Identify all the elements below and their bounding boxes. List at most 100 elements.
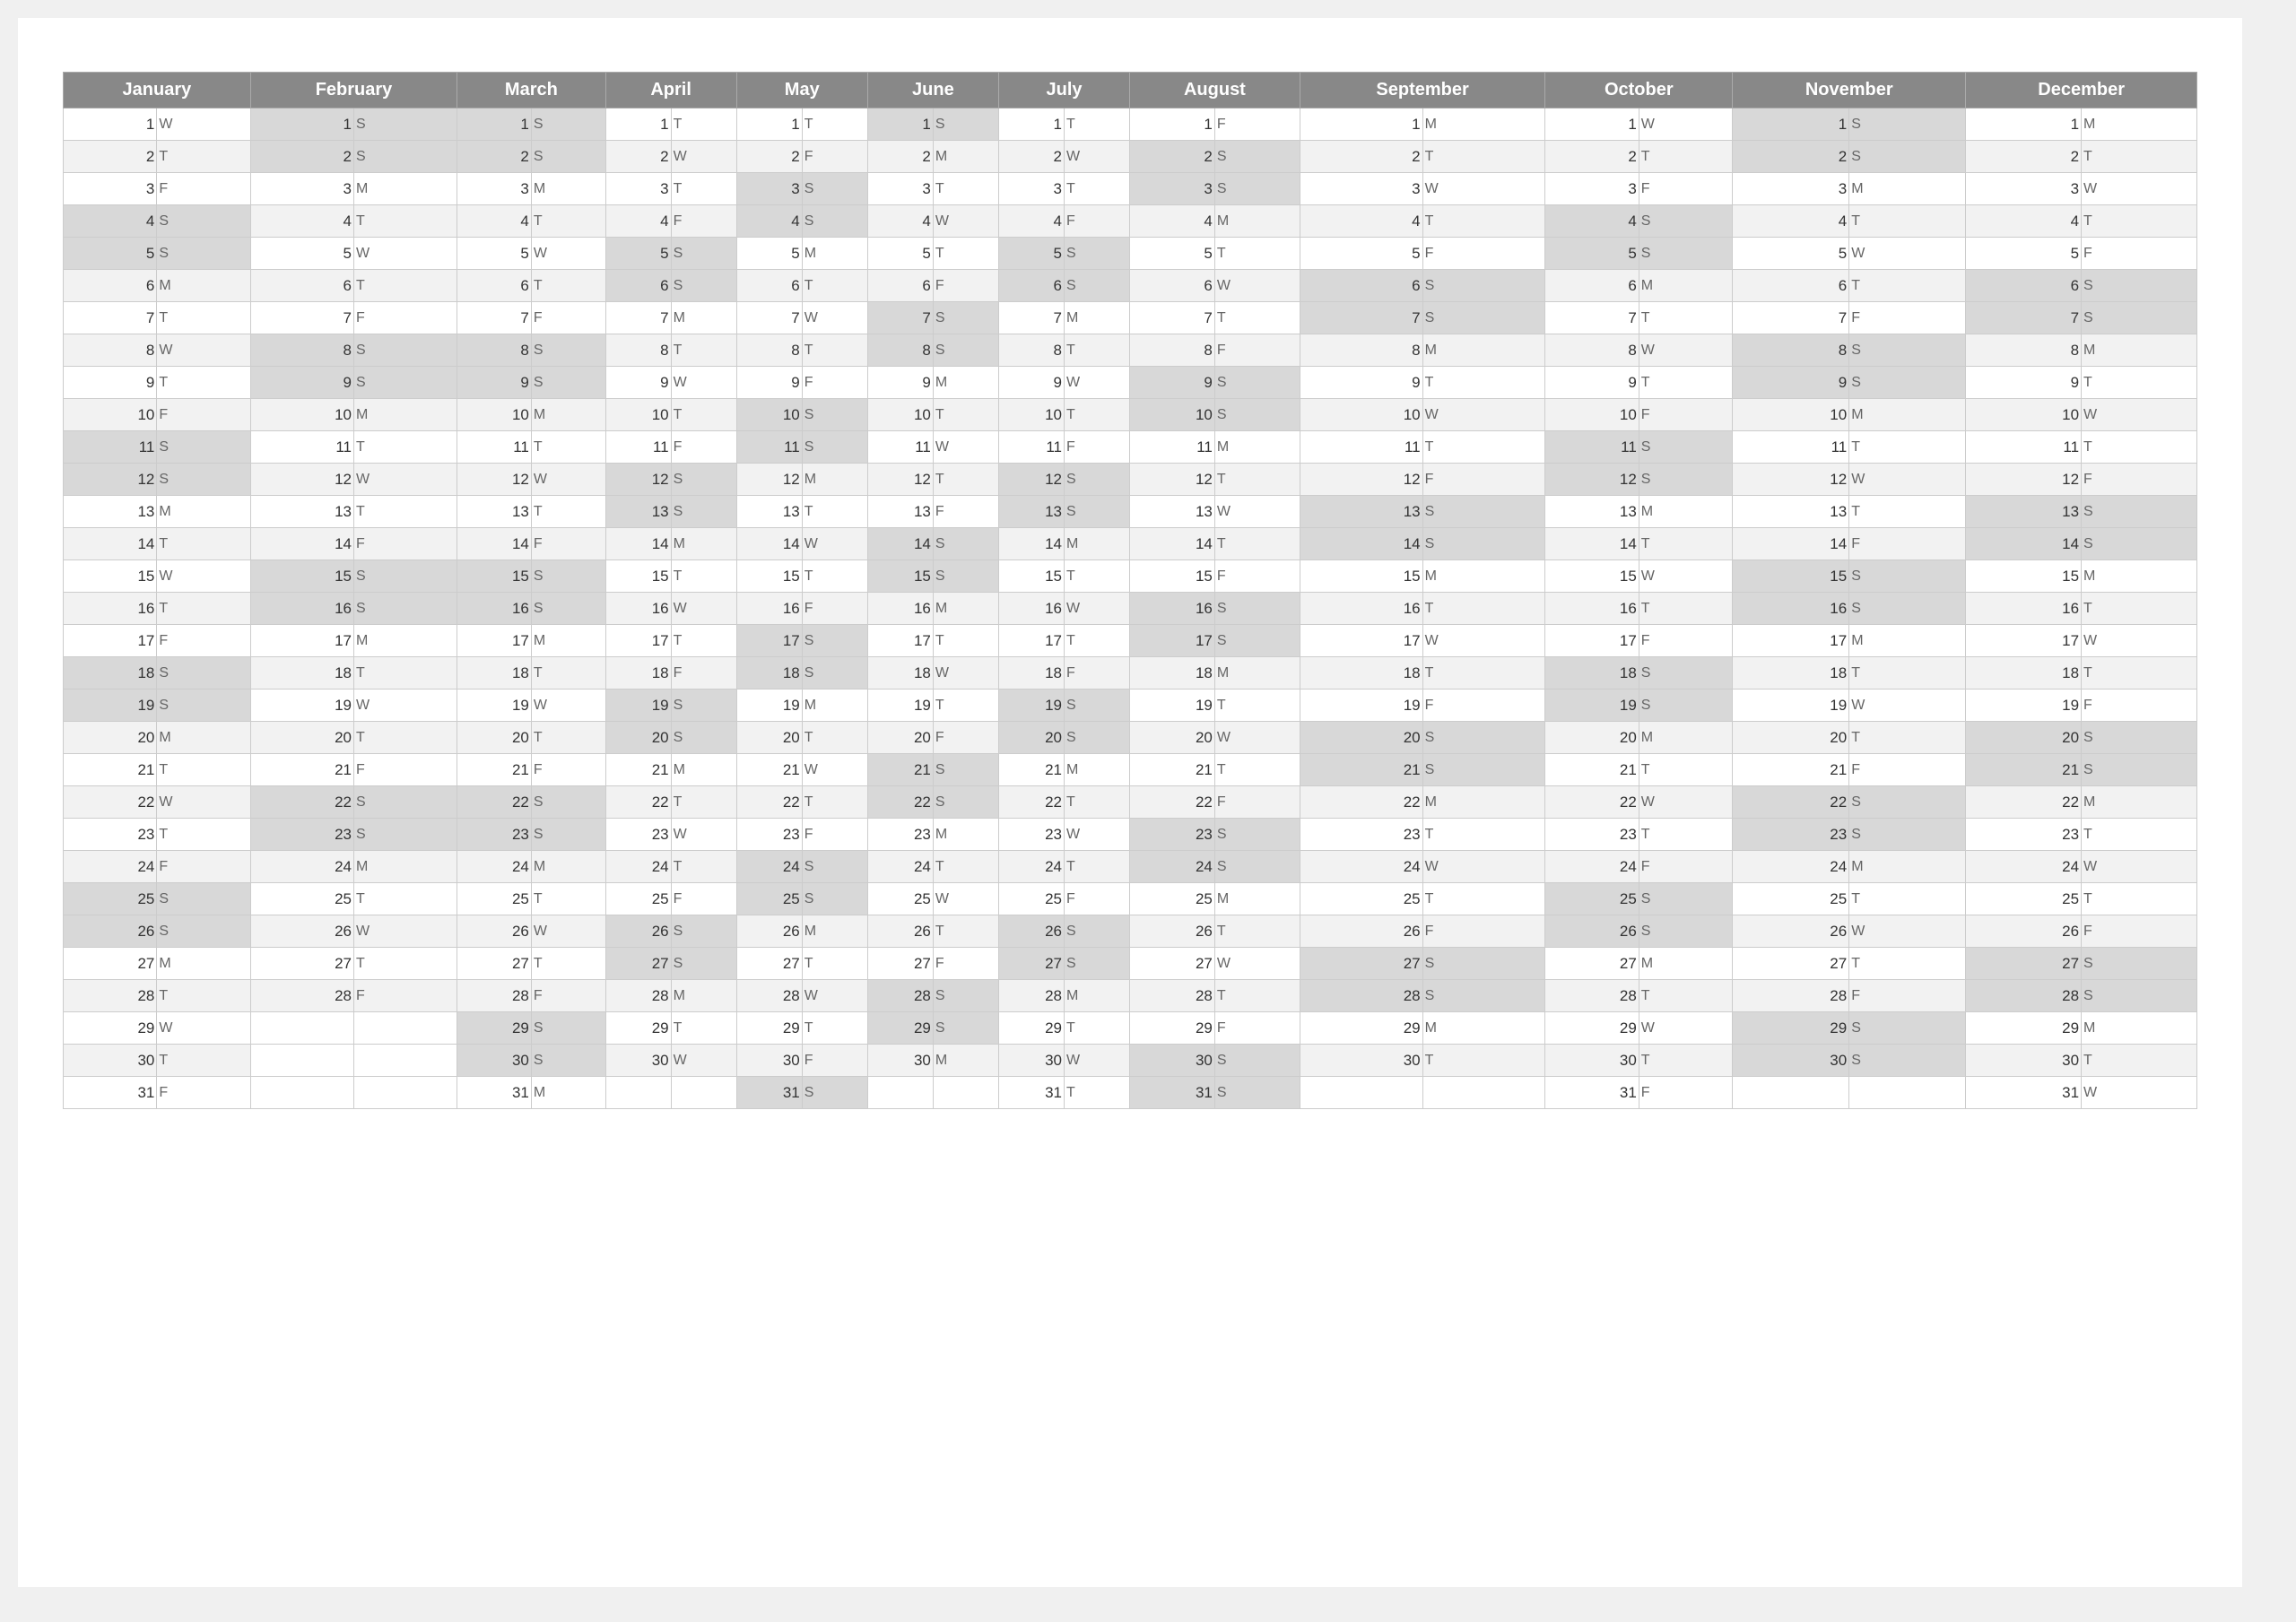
day-code-jan-22: W <box>157 786 250 819</box>
day-code-sep-29: M <box>1422 1012 1545 1045</box>
day-num-apr-14: 14 <box>605 528 671 560</box>
day-num-jan-14: 14 <box>64 528 157 560</box>
day-num-jun-11: 11 <box>867 431 933 464</box>
day-code-apr-10: T <box>671 399 736 431</box>
day-code-mar-21: F <box>531 754 605 786</box>
day-num-feb-31 <box>250 1077 353 1109</box>
day-num-aug-29: 29 <box>1130 1012 1215 1045</box>
day-code-nov-9: S <box>1849 367 1966 399</box>
day-code-jul-20: S <box>1065 722 1130 754</box>
day-num-jun-28: 28 <box>867 980 933 1012</box>
day-num-may-5: 5 <box>736 238 802 270</box>
day-num-nov-27: 27 <box>1733 948 1849 980</box>
day-num-apr-16: 16 <box>605 593 671 625</box>
day-code-may-11: S <box>802 431 867 464</box>
day-num-oct-1: 1 <box>1545 108 1639 141</box>
day-code-jul-29: T <box>1065 1012 1130 1045</box>
calendar-row: 14T14F14F14M14W14S14M14T14S14T14F14S <box>64 528 2197 560</box>
day-code-dec-18: T <box>2082 657 2197 690</box>
day-num-apr-28: 28 <box>605 980 671 1012</box>
day-num-jan-11: 11 <box>64 431 157 464</box>
day-num-jul-3: 3 <box>998 173 1064 205</box>
day-num-feb-4: 4 <box>250 205 353 238</box>
day-code-jun-4: W <box>933 205 998 238</box>
day-num-apr-18: 18 <box>605 657 671 690</box>
day-code-sep-19: F <box>1422 690 1545 722</box>
day-num-sep-30: 30 <box>1300 1045 1422 1077</box>
day-num-jun-29: 29 <box>867 1012 933 1045</box>
day-code-sep-4: T <box>1422 205 1545 238</box>
day-code-jan-30: T <box>157 1045 250 1077</box>
month-header-apr: April <box>605 73 736 108</box>
day-code-mar-12: W <box>531 464 605 496</box>
day-num-apr-10: 10 <box>605 399 671 431</box>
day-code-jul-14: M <box>1065 528 1130 560</box>
day-num-jun-31 <box>867 1077 933 1109</box>
day-num-mar-3: 3 <box>457 173 532 205</box>
day-code-sep-12: F <box>1422 464 1545 496</box>
day-num-nov-31 <box>1733 1077 1849 1109</box>
day-num-feb-15: 15 <box>250 560 353 593</box>
day-code-sep-15: M <box>1422 560 1545 593</box>
day-num-jun-14: 14 <box>867 528 933 560</box>
day-code-dec-15: M <box>2082 560 2197 593</box>
day-num-dec-15: 15 <box>1966 560 2082 593</box>
day-num-feb-19: 19 <box>250 690 353 722</box>
day-code-apr-14: M <box>671 528 736 560</box>
calendar-row: 30T30S30W30F30M30W30S30T30T30S30T <box>64 1045 2197 1077</box>
day-num-feb-29 <box>250 1012 353 1045</box>
day-num-jun-23: 23 <box>867 819 933 851</box>
calendar-row: 15W15S15S15T15T15S15T15F15M15W15S15M <box>64 560 2197 593</box>
calendar-page: JanuaryFebruaryMarchAprilMayJuneJulyAugu… <box>18 18 2242 1587</box>
day-code-apr-7: M <box>671 302 736 334</box>
day-num-sep-23: 23 <box>1300 819 1422 851</box>
day-code-feb-17: M <box>353 625 457 657</box>
day-code-aug-22: F <box>1214 786 1300 819</box>
day-num-jan-23: 23 <box>64 819 157 851</box>
day-num-jul-1: 1 <box>998 108 1064 141</box>
day-num-sep-31 <box>1300 1077 1422 1109</box>
calendar-row: 19S19W19W19S19M19T19S19T19F19S19W19F <box>64 690 2197 722</box>
day-num-nov-22: 22 <box>1733 786 1849 819</box>
day-code-aug-26: T <box>1214 915 1300 948</box>
month-header-sep: September <box>1300 73 1545 108</box>
day-code-mar-29: S <box>531 1012 605 1045</box>
day-code-aug-19: T <box>1214 690 1300 722</box>
day-num-feb-27: 27 <box>250 948 353 980</box>
day-code-mar-28: F <box>531 980 605 1012</box>
day-num-dec-3: 3 <box>1966 173 2082 205</box>
day-num-feb-20: 20 <box>250 722 353 754</box>
day-code-aug-28: T <box>1214 980 1300 1012</box>
day-code-may-6: T <box>802 270 867 302</box>
day-code-sep-23: T <box>1422 819 1545 851</box>
day-code-mar-5: W <box>531 238 605 270</box>
calendar-row: 13M13T13T13S13T13F13S13W13S13M13T13S <box>64 496 2197 528</box>
day-num-jan-8: 8 <box>64 334 157 367</box>
day-num-aug-30: 30 <box>1130 1045 1215 1077</box>
calendar-row: 3F3M3M3T3S3T3T3S3W3F3M3W <box>64 173 2197 205</box>
day-code-jul-11: F <box>1065 431 1130 464</box>
day-num-jun-4: 4 <box>867 205 933 238</box>
day-num-may-22: 22 <box>736 786 802 819</box>
day-code-mar-25: T <box>531 883 605 915</box>
day-code-may-17: S <box>802 625 867 657</box>
day-num-jan-10: 10 <box>64 399 157 431</box>
day-code-apr-17: T <box>671 625 736 657</box>
day-num-sep-25: 25 <box>1300 883 1422 915</box>
day-code-mar-10: M <box>531 399 605 431</box>
day-code-mar-8: S <box>531 334 605 367</box>
day-num-jul-16: 16 <box>998 593 1064 625</box>
day-num-jul-20: 20 <box>998 722 1064 754</box>
day-num-mar-30: 30 <box>457 1045 532 1077</box>
day-code-apr-11: F <box>671 431 736 464</box>
day-code-may-28: W <box>802 980 867 1012</box>
day-num-apr-19: 19 <box>605 690 671 722</box>
day-num-jul-11: 11 <box>998 431 1064 464</box>
day-num-mar-25: 25 <box>457 883 532 915</box>
day-num-oct-11: 11 <box>1545 431 1639 464</box>
day-code-feb-2: S <box>353 141 457 173</box>
day-code-sep-21: S <box>1422 754 1545 786</box>
day-code-sep-6: S <box>1422 270 1545 302</box>
day-num-mar-21: 21 <box>457 754 532 786</box>
day-num-dec-5: 5 <box>1966 238 2082 270</box>
